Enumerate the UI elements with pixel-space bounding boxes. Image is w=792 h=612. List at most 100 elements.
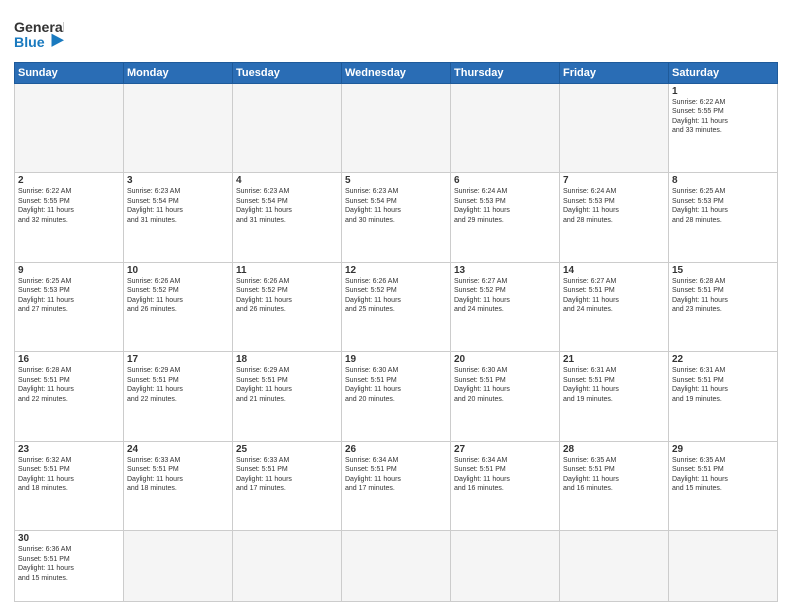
calendar-cell: [233, 84, 342, 173]
calendar-header-tuesday: Tuesday: [233, 63, 342, 84]
logo-icon: General Blue: [14, 14, 64, 54]
calendar-cell: 30Sunrise: 6:36 AM Sunset: 5:51 PM Dayli…: [15, 531, 124, 602]
day-info: Sunrise: 6:23 AM Sunset: 5:54 PM Dayligh…: [345, 187, 447, 225]
calendar-cell: 15Sunrise: 6:28 AM Sunset: 5:51 PM Dayli…: [669, 262, 778, 351]
calendar-week-row: 9Sunrise: 6:25 AM Sunset: 5:53 PM Daylig…: [15, 262, 778, 351]
calendar-cell: [342, 531, 451, 602]
day-info: Sunrise: 6:33 AM Sunset: 5:51 PM Dayligh…: [236, 456, 338, 494]
day-number: 14: [563, 265, 665, 276]
day-number: 10: [127, 265, 229, 276]
day-info: Sunrise: 6:22 AM Sunset: 5:55 PM Dayligh…: [18, 187, 120, 225]
calendar-cell: 27Sunrise: 6:34 AM Sunset: 5:51 PM Dayli…: [451, 441, 560, 530]
calendar-cell: 8Sunrise: 6:25 AM Sunset: 5:53 PM Daylig…: [669, 173, 778, 262]
logo: General Blue: [14, 14, 64, 54]
svg-text:Blue: Blue: [14, 35, 45, 51]
day-number: 27: [454, 444, 556, 455]
day-info: Sunrise: 6:27 AM Sunset: 5:51 PM Dayligh…: [563, 277, 665, 315]
day-info: Sunrise: 6:26 AM Sunset: 5:52 PM Dayligh…: [127, 277, 229, 315]
calendar-cell: [669, 531, 778, 602]
day-info: Sunrise: 6:23 AM Sunset: 5:54 PM Dayligh…: [236, 187, 338, 225]
day-number: 7: [563, 175, 665, 186]
day-number: 29: [672, 444, 774, 455]
day-number: 17: [127, 354, 229, 365]
calendar-cell: 19Sunrise: 6:30 AM Sunset: 5:51 PM Dayli…: [342, 352, 451, 441]
day-number: 4: [236, 175, 338, 186]
calendar-cell: [560, 84, 669, 173]
day-number: 1: [672, 86, 774, 97]
calendar-header-friday: Friday: [560, 63, 669, 84]
svg-text:General: General: [14, 20, 64, 36]
calendar-header-saturday: Saturday: [669, 63, 778, 84]
day-number: 11: [236, 265, 338, 276]
day-number: 8: [672, 175, 774, 186]
day-info: Sunrise: 6:35 AM Sunset: 5:51 PM Dayligh…: [672, 456, 774, 494]
day-number: 6: [454, 175, 556, 186]
day-info: Sunrise: 6:33 AM Sunset: 5:51 PM Dayligh…: [127, 456, 229, 494]
calendar-cell: [451, 531, 560, 602]
day-info: Sunrise: 6:23 AM Sunset: 5:54 PM Dayligh…: [127, 187, 229, 225]
day-info: Sunrise: 6:32 AM Sunset: 5:51 PM Dayligh…: [18, 456, 120, 494]
calendar-cell: 2Sunrise: 6:22 AM Sunset: 5:55 PM Daylig…: [15, 173, 124, 262]
day-number: 13: [454, 265, 556, 276]
day-number: 18: [236, 354, 338, 365]
calendar-cell: 1Sunrise: 6:22 AM Sunset: 5:55 PM Daylig…: [669, 84, 778, 173]
day-number: 20: [454, 354, 556, 365]
calendar-cell: 16Sunrise: 6:28 AM Sunset: 5:51 PM Dayli…: [15, 352, 124, 441]
day-info: Sunrise: 6:34 AM Sunset: 5:51 PM Dayligh…: [345, 456, 447, 494]
calendar-cell: 18Sunrise: 6:29 AM Sunset: 5:51 PM Dayli…: [233, 352, 342, 441]
header: General Blue: [14, 14, 778, 54]
day-info: Sunrise: 6:25 AM Sunset: 5:53 PM Dayligh…: [18, 277, 120, 315]
calendar-cell: 29Sunrise: 6:35 AM Sunset: 5:51 PM Dayli…: [669, 441, 778, 530]
calendar-cell: 24Sunrise: 6:33 AM Sunset: 5:51 PM Dayli…: [124, 441, 233, 530]
day-info: Sunrise: 6:25 AM Sunset: 5:53 PM Dayligh…: [672, 187, 774, 225]
day-number: 22: [672, 354, 774, 365]
day-number: 24: [127, 444, 229, 455]
calendar-cell: [15, 84, 124, 173]
calendar-cell: 25Sunrise: 6:33 AM Sunset: 5:51 PM Dayli…: [233, 441, 342, 530]
calendar-week-row: 1Sunrise: 6:22 AM Sunset: 5:55 PM Daylig…: [15, 84, 778, 173]
calendar-cell: 11Sunrise: 6:26 AM Sunset: 5:52 PM Dayli…: [233, 262, 342, 351]
calendar-cell: 26Sunrise: 6:34 AM Sunset: 5:51 PM Dayli…: [342, 441, 451, 530]
calendar-header-thursday: Thursday: [451, 63, 560, 84]
calendar-cell: 4Sunrise: 6:23 AM Sunset: 5:54 PM Daylig…: [233, 173, 342, 262]
calendar-cell: 7Sunrise: 6:24 AM Sunset: 5:53 PM Daylig…: [560, 173, 669, 262]
page: General Blue SundayMondayTuesdayWednesda…: [0, 0, 792, 612]
calendar-week-row: 23Sunrise: 6:32 AM Sunset: 5:51 PM Dayli…: [15, 441, 778, 530]
calendar-week-row: 30Sunrise: 6:36 AM Sunset: 5:51 PM Dayli…: [15, 531, 778, 602]
calendar-cell: 13Sunrise: 6:27 AM Sunset: 5:52 PM Dayli…: [451, 262, 560, 351]
calendar-cell: [124, 84, 233, 173]
day-info: Sunrise: 6:29 AM Sunset: 5:51 PM Dayligh…: [127, 366, 229, 404]
day-info: Sunrise: 6:30 AM Sunset: 5:51 PM Dayligh…: [454, 366, 556, 404]
day-number: 16: [18, 354, 120, 365]
calendar-cell: 12Sunrise: 6:26 AM Sunset: 5:52 PM Dayli…: [342, 262, 451, 351]
calendar-week-row: 2Sunrise: 6:22 AM Sunset: 5:55 PM Daylig…: [15, 173, 778, 262]
day-info: Sunrise: 6:26 AM Sunset: 5:52 PM Dayligh…: [236, 277, 338, 315]
calendar-cell: [560, 531, 669, 602]
calendar-header-monday: Monday: [124, 63, 233, 84]
calendar-cell: 23Sunrise: 6:32 AM Sunset: 5:51 PM Dayli…: [15, 441, 124, 530]
calendar-cell: 22Sunrise: 6:31 AM Sunset: 5:51 PM Dayli…: [669, 352, 778, 441]
calendar-cell: 21Sunrise: 6:31 AM Sunset: 5:51 PM Dayli…: [560, 352, 669, 441]
calendar-header-sunday: Sunday: [15, 63, 124, 84]
day-number: 23: [18, 444, 120, 455]
day-number: 2: [18, 175, 120, 186]
calendar-cell: 9Sunrise: 6:25 AM Sunset: 5:53 PM Daylig…: [15, 262, 124, 351]
day-info: Sunrise: 6:26 AM Sunset: 5:52 PM Dayligh…: [345, 277, 447, 315]
calendar-cell: 3Sunrise: 6:23 AM Sunset: 5:54 PM Daylig…: [124, 173, 233, 262]
day-info: Sunrise: 6:24 AM Sunset: 5:53 PM Dayligh…: [563, 187, 665, 225]
calendar-cell: 6Sunrise: 6:24 AM Sunset: 5:53 PM Daylig…: [451, 173, 560, 262]
calendar-cell: 17Sunrise: 6:29 AM Sunset: 5:51 PM Dayli…: [124, 352, 233, 441]
calendar: SundayMondayTuesdayWednesdayThursdayFrid…: [14, 62, 778, 602]
calendar-cell: [233, 531, 342, 602]
calendar-cell: [451, 84, 560, 173]
day-number: 15: [672, 265, 774, 276]
day-info: Sunrise: 6:24 AM Sunset: 5:53 PM Dayligh…: [454, 187, 556, 225]
calendar-header-row: SundayMondayTuesdayWednesdayThursdayFrid…: [15, 63, 778, 84]
day-info: Sunrise: 6:28 AM Sunset: 5:51 PM Dayligh…: [18, 366, 120, 404]
calendar-cell: 28Sunrise: 6:35 AM Sunset: 5:51 PM Dayli…: [560, 441, 669, 530]
calendar-cell: 10Sunrise: 6:26 AM Sunset: 5:52 PM Dayli…: [124, 262, 233, 351]
day-number: 25: [236, 444, 338, 455]
day-info: Sunrise: 6:28 AM Sunset: 5:51 PM Dayligh…: [672, 277, 774, 315]
day-number: 5: [345, 175, 447, 186]
day-info: Sunrise: 6:31 AM Sunset: 5:51 PM Dayligh…: [563, 366, 665, 404]
